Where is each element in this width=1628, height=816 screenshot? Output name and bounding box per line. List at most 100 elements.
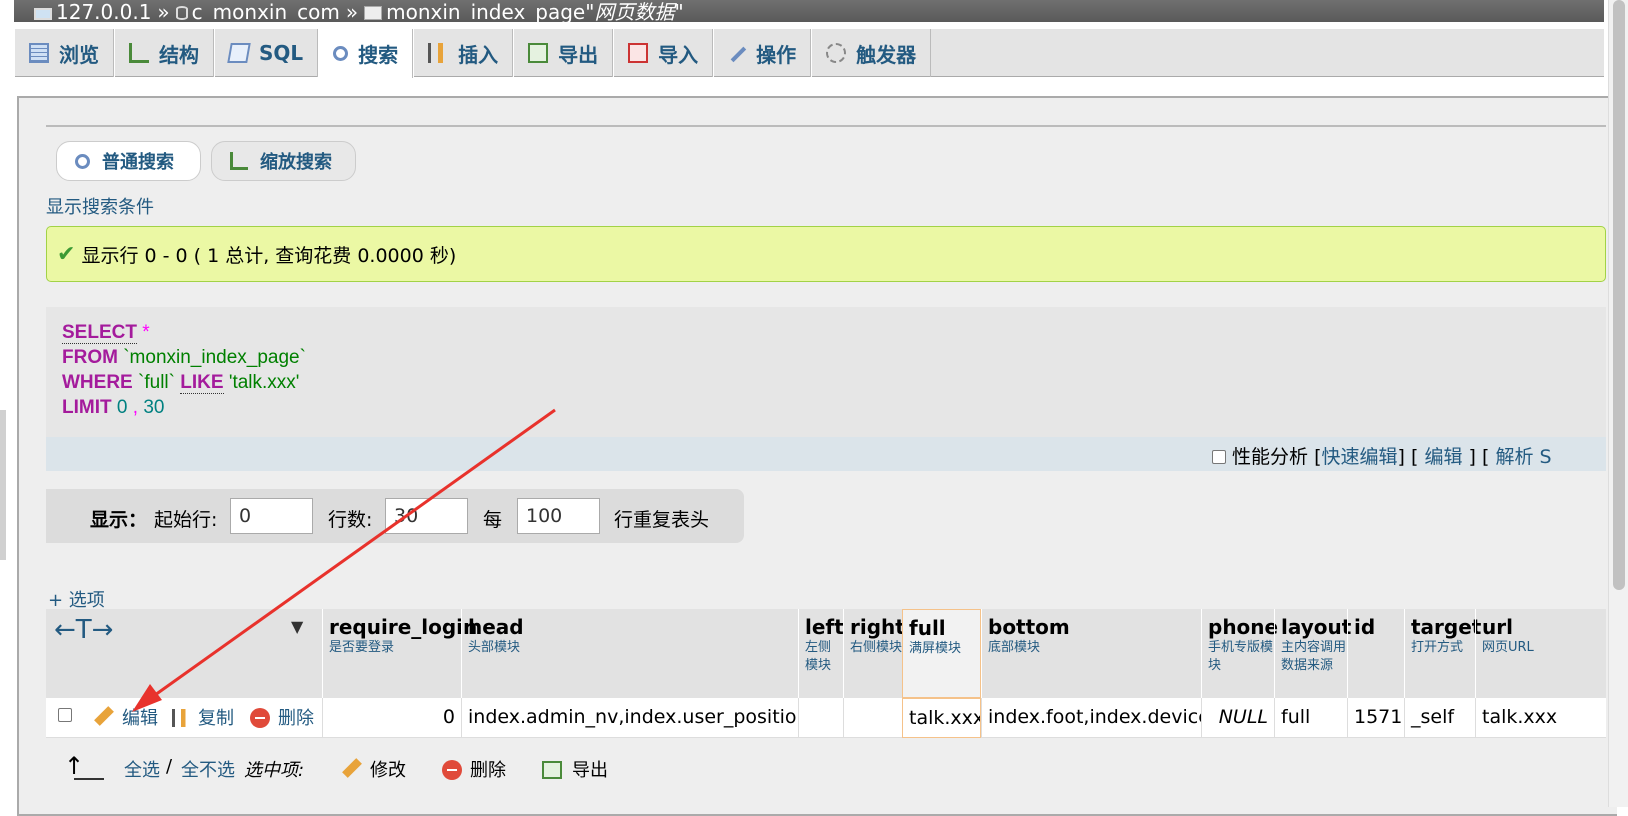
left-edge xyxy=(0,410,6,560)
column-header-phone[interactable]: phone 手机专版模块 xyxy=(1201,609,1279,698)
success-message: ✔ 显示行 0 - 0 ( 1 总计, 查询花费 0.0000 秒) xyxy=(46,226,1606,282)
breadcrumb-database[interactable]: c_monxin_com xyxy=(192,0,340,24)
column-header-bottom[interactable]: bottom 底部模块 xyxy=(981,609,1201,698)
bracket: ] xyxy=(1468,446,1476,468)
bulk-export-button[interactable]: 导出 xyxy=(542,756,608,782)
copy-row-button[interactable]: 复制 xyxy=(172,704,234,730)
copy-icon xyxy=(172,709,190,727)
tab-triggers[interactable]: 触发器 xyxy=(811,29,932,77)
breadcrumb-table[interactable]: monxin_index_page xyxy=(386,0,585,24)
column-header-layout[interactable]: layout 主内容调用数据来源 xyxy=(1274,609,1351,698)
column-name: phone xyxy=(1208,615,1279,639)
edit-sql-link[interactable]: 编辑 xyxy=(1424,446,1462,468)
cell-right[interactable] xyxy=(843,698,902,738)
breadcrumb-separator: » xyxy=(345,0,359,24)
cell-phone[interactable]: NULL xyxy=(1201,698,1274,738)
tab-search[interactable]: 搜索 xyxy=(318,29,414,78)
tab-browse[interactable]: 浏览 xyxy=(14,29,114,77)
sort-dropdown-icon[interactable]: ▼ xyxy=(291,617,303,636)
export-icon xyxy=(542,761,562,779)
subtab-zoom-search[interactable]: 缩放搜索 xyxy=(211,141,356,181)
column-comment: 头部模块 xyxy=(468,640,521,655)
per-label: 每 xyxy=(483,509,503,531)
wrench-icon xyxy=(727,43,747,63)
tab-insert[interactable]: 插入 xyxy=(413,29,514,77)
action-label: 导出 xyxy=(572,760,608,781)
table-header: ←T→ ▼ require_login 是否要登录 head 头部模块 left 左侧… xyxy=(46,609,1606,698)
column-header-target[interactable]: target 打开方式 xyxy=(1404,609,1482,698)
breadcrumb-separator: » xyxy=(157,0,170,24)
search-icon xyxy=(75,153,90,169)
select-all-link[interactable]: 全选 xyxy=(124,756,160,782)
column-name: left xyxy=(805,615,844,639)
tab-operations[interactable]: 操作 xyxy=(713,29,812,77)
column-header-left[interactable]: left 左侧模块 xyxy=(798,609,844,698)
column-name: right xyxy=(850,615,905,639)
column-name: target xyxy=(1411,615,1482,639)
cell-require-login[interactable]: 0 xyxy=(322,698,461,738)
deselect-all-link[interactable]: 全不选 xyxy=(181,756,235,782)
repeat-header-input[interactable]: 100 xyxy=(517,498,600,534)
breadcrumb: 127.0.0.1» c_monxin_com» monxin_index_page… xyxy=(14,0,1604,24)
subtab-label: 缩放搜索 xyxy=(260,152,332,173)
tab-import[interactable]: 导入 xyxy=(613,29,714,77)
search-icon xyxy=(333,46,349,61)
row-count-input[interactable]: 30 xyxy=(385,498,468,534)
cell-full[interactable]: talk.xxx xyxy=(902,698,981,738)
breadcrumb-server[interactable]: 127.0.0.1 xyxy=(56,0,151,24)
column-header-url[interactable]: url 网页URL xyxy=(1475,609,1606,698)
repeat-header-label: 行重复表头 xyxy=(614,509,710,531)
inline-edit-link[interactable]: 快速编辑 xyxy=(1321,446,1397,468)
bulk-modify-button[interactable]: 修改 xyxy=(342,756,406,782)
bracket: ] xyxy=(1397,446,1405,468)
cell-layout[interactable]: full xyxy=(1274,698,1347,738)
row-count-label: 行数: xyxy=(328,509,373,531)
delete-row-button[interactable]: 删除 xyxy=(250,704,314,730)
start-row-input[interactable]: 0 xyxy=(230,498,313,534)
tab-sql[interactable]: SQL xyxy=(214,29,319,77)
column-header-right[interactable]: right 右侧模块 xyxy=(843,609,905,698)
scrollbar-thumb[interactable] xyxy=(1613,0,1625,590)
column-comment: 手机专版模块 xyxy=(1208,640,1274,673)
subtab-normal-search[interactable]: 普通搜索 xyxy=(56,141,201,181)
bulk-actions-bar: ↑ 全选 / 全不选 选中项: 修改 删除 导出 xyxy=(46,750,846,790)
column-header-head[interactable]: head 头部模块 xyxy=(461,609,798,698)
tab-label: 触发器 xyxy=(856,42,917,67)
show-search-criteria-link[interactable]: 显示搜索条件 xyxy=(46,193,154,219)
cell-bottom[interactable]: index.foot,index.device xyxy=(981,698,1201,738)
import-icon xyxy=(628,43,649,63)
vertical-scrollbar[interactable] xyxy=(1608,0,1628,807)
success-message-text: 显示行 0 - 0 ( 1 总计, 查询花费 0.0000 秒) xyxy=(81,244,457,267)
edit-row-button[interactable]: 编辑 xyxy=(94,704,158,730)
table-row: 编辑 复制 删除 0 index.admin_nv,index.user_pos… xyxy=(46,698,1606,738)
action-label: 复制 xyxy=(198,708,234,729)
tab-structure[interactable]: 结构 xyxy=(114,29,214,77)
database-icon xyxy=(175,6,188,20)
tab-bar: 浏览 结构 SQL 搜索 插入 导出 导入 操作 触发器 xyxy=(14,29,1604,78)
column-resize-arrows-icon[interactable]: ←T→ xyxy=(54,615,113,645)
cell-url[interactable]: talk.xxx xyxy=(1475,698,1606,738)
column-header-require-login[interactable]: require_login 是否要登录 xyxy=(322,609,477,698)
column-header-id[interactable]: id xyxy=(1347,609,1404,698)
sql-keyword[interactable]: LIKE xyxy=(180,372,224,394)
sql-string: 'talk.xxx' xyxy=(228,372,300,393)
bracket: [ xyxy=(1481,446,1490,468)
profiling-checkbox[interactable] xyxy=(1212,450,1226,464)
cell-left[interactable] xyxy=(798,698,843,738)
column-header-full[interactable]: full 满屏模块 xyxy=(902,609,981,698)
sql-icon xyxy=(227,43,251,63)
bulk-delete-button[interactable]: 删除 xyxy=(442,756,506,782)
explain-sql-link[interactable]: 解析 S xyxy=(1495,446,1551,468)
cell-target[interactable]: _self xyxy=(1404,698,1475,738)
cell-head[interactable]: index.admin_nv,index.user_position, xyxy=(461,698,798,738)
action-label: 编辑 xyxy=(122,708,158,729)
tab-label: 插入 xyxy=(458,42,499,67)
cell-id[interactable]: 1571 xyxy=(1347,698,1404,738)
sql-keyword[interactable]: SELECT xyxy=(62,322,137,344)
column-comment: 右侧模块 xyxy=(850,640,903,655)
tab-export[interactable]: 导出 xyxy=(513,29,614,77)
sql-operator: , xyxy=(132,397,139,418)
column-name: id xyxy=(1354,615,1376,639)
row-checkbox[interactable] xyxy=(58,708,72,722)
tab-label: 导出 xyxy=(558,42,599,67)
